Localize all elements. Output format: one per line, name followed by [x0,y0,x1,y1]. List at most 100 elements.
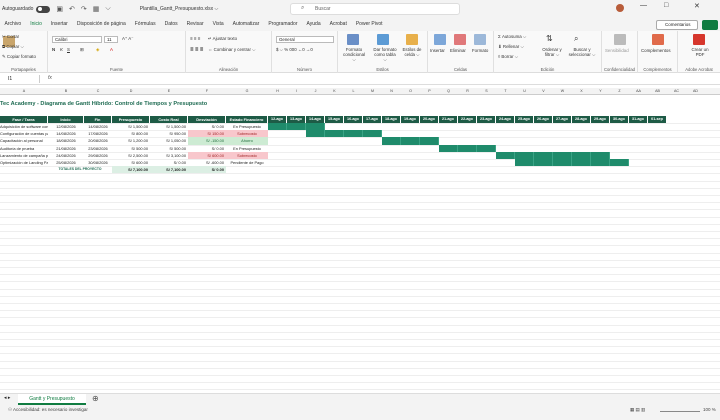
real-cost-cell[interactable]: S/ 500.00 [150,145,188,152]
column-header[interactable]: C [84,88,112,95]
real-cost-cell[interactable]: S/ 0.00 [150,159,188,166]
save-icon[interactable]: ▣ [56,5,63,13]
column-header[interactable]: D [112,88,150,95]
gantt-bar-cell[interactable] [534,159,553,167]
date-header[interactable]: 16-ago [344,116,363,123]
gantt-bar-cell[interactable] [591,159,610,167]
real-cost-cell[interactable]: S/ 1,050.00 [150,137,188,144]
date-header[interactable]: 13-ago [287,116,306,123]
number-format-field[interactable]: General [276,36,334,43]
file-name[interactable]: Plantilla_Gantt_Presupuesto.xlsx ⌵ [140,6,219,12]
column-header[interactable]: N [382,88,401,95]
wrap-text-button[interactable]: ↵ Ajustar texto [208,36,237,42]
status-cell[interactable]: Sobrecosto [226,151,268,159]
start-date[interactable]: 21/08/2026 [48,145,84,152]
view-normal-icon[interactable]: ▦ ▤ ▥ [630,407,645,413]
date-header[interactable]: 30-ago [610,116,629,123]
sort-filter-button[interactable]: Ordenar y filtrar ⌵ [540,47,564,57]
gantt-bar-cell[interactable] [572,159,591,167]
deviation-cell[interactable]: S/ 0.00 [188,123,226,130]
end-date[interactable]: 14/08/2026 [84,123,112,130]
column-header[interactable]: U [515,88,534,95]
format-table-button[interactable]: Dar formato como tabla ⌵ [372,47,398,62]
fill-button[interactable]: ⬇ Rellenar ⌵ [498,44,524,50]
status-cell[interactable]: En Presupuesto [226,145,268,152]
date-header[interactable]: 01-sep [648,116,667,123]
add-sheet-icon[interactable]: ⊕ [92,394,99,403]
gantt-bar-cell[interactable] [268,123,287,131]
share-button[interactable] [702,20,718,30]
budget-cell[interactable]: S/ 500.00 [112,145,150,152]
table-header[interactable]: Fase / Tarea [0,116,48,123]
end-date[interactable]: 23/08/2026 [84,145,112,152]
spreadsheet-grid[interactable]: Tec Academy - Diagrama de Gantt Híbrido:… [0,95,720,395]
table-header[interactable]: Estado Financiero [226,116,268,123]
gantt-bar-cell[interactable] [534,151,553,159]
menu-tab-11[interactable]: Acrobat [325,18,351,31]
task-name[interactable]: Auditoría de prueba [0,145,48,152]
gantt-bar-cell[interactable] [515,159,534,167]
align-left-icon[interactable]: ≣ ≣ ≣ [190,47,203,53]
budget-cell[interactable]: S/ 600.00 [112,159,150,166]
date-header[interactable]: 25-ago [515,116,534,123]
task-name[interactable]: Lanzamiento de campaña publicitaria [0,152,48,159]
column-header[interactable]: A [0,88,48,95]
gantt-bar-cell[interactable] [553,151,572,159]
task-name[interactable]: Configuración de cuentas para MYPE [0,130,48,137]
column-header[interactable]: AD [686,88,705,95]
menu-tab-2[interactable]: Insertar [46,18,72,31]
end-date[interactable]: 30/08/2026 [84,159,112,166]
date-header[interactable]: 27-ago [553,116,572,123]
font-name-field[interactable]: Calibri [52,36,102,43]
fill-color-icon[interactable]: ◈ [96,47,99,53]
deviation-cell[interactable]: S/ 0.00 [188,145,226,152]
close-icon[interactable]: ✕ [694,2,700,10]
date-header[interactable]: 29-ago [591,116,610,123]
column-header[interactable]: F [188,88,226,95]
copy-button[interactable]: ⧉ Copiar ⌵ [2,44,24,49]
bold-icon[interactable]: N [52,47,55,52]
menu-tab-1[interactable]: Inicio [25,18,47,32]
table-header[interactable]: Inicio [48,116,84,123]
font-color-icon[interactable]: A [110,47,113,52]
date-header[interactable]: 28-ago [572,116,591,123]
menu-tab-12[interactable]: Power Pivot [351,18,387,31]
deviation-cell[interactable]: S/ 600.00 [188,151,226,159]
format-painter-button[interactable]: ✎ Copiar formato [2,54,36,60]
fx-icon[interactable]: fx [48,75,52,81]
table-icon[interactable]: ▦ [93,5,100,13]
formula-input[interactable] [60,75,710,83]
column-header[interactable]: AC [667,88,686,95]
insert-cells-button[interactable]: Insertar [430,48,445,53]
task-name[interactable]: Capacitación al personal [0,137,48,144]
gantt-bar-cell[interactable] [382,137,401,145]
gantt-bar-cell[interactable] [306,123,325,131]
accessibility-status[interactable]: ⚇ Accesibilidad: es necesario investigar [8,407,88,413]
column-header[interactable]: Q [439,88,458,95]
real-cost-cell[interactable]: S/ 950.00 [150,130,188,137]
task-name[interactable]: Optimización de Landing Page [0,159,48,166]
column-header[interactable]: AA [629,88,648,95]
cell-styles-button[interactable]: Estilos de celda ⌵ [401,47,423,57]
start-date[interactable]: 24/08/2026 [48,152,84,159]
gantt-bar-cell[interactable] [458,144,477,152]
create-pdf-button[interactable]: Crear un PDF [688,47,712,57]
date-header[interactable]: 12-ago [268,116,287,123]
menu-tab-6[interactable]: Revisar [182,18,208,31]
column-header[interactable]: G [226,88,268,95]
underline-icon[interactable]: S [67,47,70,52]
column-header[interactable]: W [553,88,572,95]
gantt-bar-cell[interactable] [515,151,534,159]
end-date[interactable]: 20/08/2026 [84,137,112,144]
budget-cell[interactable]: S/ 800.00 [112,130,150,137]
column-header[interactable]: O [401,88,420,95]
date-header[interactable]: 14-ago [306,116,325,123]
start-date[interactable]: 25/08/2026 [48,159,84,166]
budget-cell[interactable]: S/ 1,200.00 [112,137,150,144]
menu-tab-4[interactable]: Fórmulas [130,18,160,31]
date-header[interactable]: 17-ago [363,116,382,123]
redo-icon[interactable]: ↷ [81,5,87,13]
start-date[interactable]: 12/08/2026 [48,123,84,130]
status-cell[interactable]: Pendiente de Pago [226,159,268,166]
menu-tab-7[interactable]: Vista [208,18,228,31]
